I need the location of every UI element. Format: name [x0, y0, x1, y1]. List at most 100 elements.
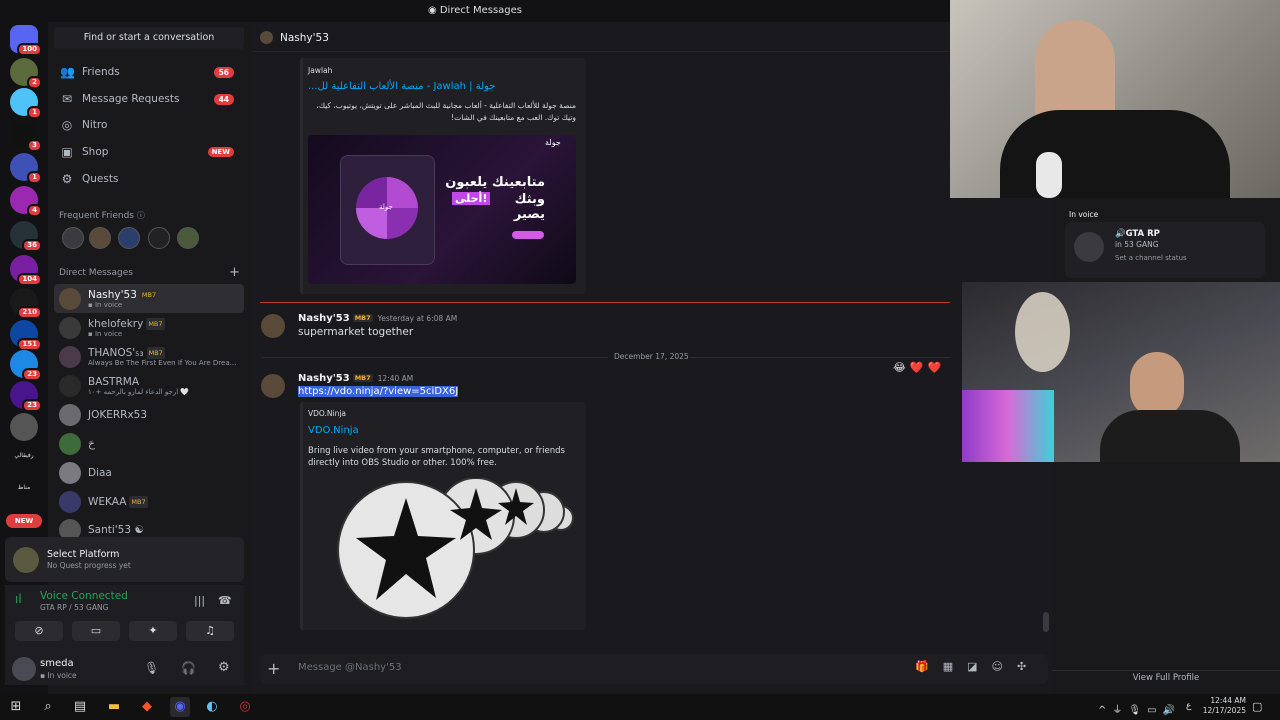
new-badge[interactable]: NEW: [6, 514, 42, 528]
task-view-icon[interactable]: ▤: [70, 697, 90, 717]
server-icon[interactable]: 36: [10, 221, 42, 252]
server-icon[interactable]: 4: [10, 186, 42, 217]
screen-share-icon[interactable]: ▭: [72, 621, 120, 641]
nav-shop[interactable]: ▣ Shop NEW: [54, 140, 244, 164]
add-dm-icon[interactable]: +: [229, 265, 240, 280]
discord-taskbar-icon[interactable]: ◉: [170, 697, 190, 717]
channel-name[interactable]: 🔊GTA RP: [1115, 229, 1160, 239]
avatar[interactable]: [261, 374, 285, 398]
server-icon[interactable]: 23: [10, 381, 42, 412]
dm-item[interactable]: khelofekry MB7 ▪ In voice: [54, 313, 244, 342]
camera-off-icon[interactable]: ⊘: [15, 621, 63, 641]
clan-tag: MB7: [139, 288, 159, 301]
voice-channel[interactable]: GTA RP / 53 GANG: [40, 603, 108, 612]
sticker-icon[interactable]: ◪: [967, 660, 991, 673]
windows-start-icon[interactable]: ⊞: [6, 697, 26, 717]
server-icon[interactable]: [10, 413, 38, 441]
dm-item[interactable]: Nashy'53 MB7 ▪ In voice: [54, 284, 244, 313]
apps-icon[interactable]: ✣: [1017, 660, 1040, 673]
server-icon[interactable]: 104: [10, 255, 42, 286]
image-headline: وبثك يصير: [513, 192, 545, 222]
brave-browser-icon[interactable]: ◆: [137, 697, 157, 717]
voice-status[interactable]: Voice Connected: [40, 590, 128, 602]
friend-avatar[interactable]: [89, 227, 111, 249]
view-full-profile-button[interactable]: View Full Profile: [1052, 673, 1280, 683]
avatar[interactable]: [261, 314, 285, 338]
gift-icon[interactable]: 🎁: [915, 660, 943, 673]
chevron-up-icon[interactable]: ^: [1098, 705, 1112, 716]
clock[interactable]: 12:44 AM 12/17/2025: [1198, 696, 1246, 716]
friend-avatar[interactable]: [118, 227, 140, 249]
settings-gear-icon[interactable]: ⚙: [218, 660, 230, 675]
dm-item[interactable]: Diaa: [54, 458, 244, 487]
vdo-ninja-logo[interactable]: [336, 478, 581, 623]
friend-avatar[interactable]: [148, 227, 170, 249]
gif-icon[interactable]: ▦: [943, 660, 967, 673]
nav-message-requests[interactable]: ✉ Message Requests 44: [54, 87, 244, 111]
language-indicator[interactable]: ع: [1186, 701, 1191, 711]
server-icon[interactable]: 151: [10, 320, 42, 351]
dm-item[interactable]: JOKERRx53: [54, 400, 244, 429]
soundboard-icon[interactable]: ♫: [186, 621, 234, 641]
server-icon[interactable]: 1: [10, 88, 42, 119]
network-icon[interactable]: ▭: [1147, 705, 1162, 716]
microphone-icon[interactable]: 🎙: [144, 661, 159, 675]
quest-panel[interactable]: Select Platform No Quest progress yet: [5, 537, 244, 582]
server-icon[interactable]: 210: [10, 288, 42, 319]
username[interactable]: smeda: [40, 658, 74, 669]
embed-title[interactable]: جولة | Jawlah - منصة الألعاب التفاعلية ل…: [308, 81, 578, 92]
steam-icon[interactable]: ◐: [202, 697, 222, 717]
server-icon[interactable]: 2: [10, 58, 42, 89]
file-explorer-icon[interactable]: ▬: [104, 697, 124, 717]
set-status-link[interactable]: Set a channel status: [1115, 254, 1187, 262]
noise-suppression-icon[interactable]: |||: [194, 594, 205, 607]
search-input[interactable]: Find or start a conversation: [54, 27, 244, 49]
usb-icon[interactable]: ⏚: [1112, 705, 1128, 716]
dm-item[interactable]: BASTRMA ارجو الدعاء لمارو بالرحمه +١٠ 🤍: [54, 371, 244, 400]
server-badge: 4: [27, 204, 42, 217]
avatar: [59, 403, 81, 426]
nav-nitro[interactable]: ◎ Nitro: [54, 113, 244, 137]
server-text-label[interactable]: مناظ: [4, 484, 44, 491]
nav-quests[interactable]: ⚙ Quests: [54, 167, 244, 191]
reaction[interactable]: ❤️: [928, 361, 942, 379]
message-link[interactable]: https://vdo.ninja/?view=5ciDX6J: [298, 386, 459, 397]
friend-avatar[interactable]: [62, 227, 84, 249]
emoji-icon[interactable]: ☺: [992, 660, 1017, 673]
mic-icon[interactable]: 🎙: [1128, 705, 1147, 716]
app-icon[interactable]: ◎: [235, 697, 255, 717]
server-icon[interactable]: 3: [10, 121, 42, 152]
scrollbar[interactable]: [1043, 612, 1049, 632]
embed-description: Bring live video from your smartphone, c…: [308, 446, 565, 468]
dm-item[interactable]: THANOS'₅₃ MB7 Always Be The First Even If …: [54, 342, 244, 371]
message-text: supermarket together: [298, 326, 414, 338]
signal-icon[interactable]: ıl: [15, 592, 22, 606]
system-tray[interactable]: ^⏚🎙▭🔊: [1098, 701, 1181, 716]
author-name[interactable]: Nashy'53: [298, 373, 350, 384]
server-text-label[interactable]: رفيقالي: [4, 452, 44, 459]
message-input[interactable]: Message @Nashy'53: [298, 662, 402, 673]
embed-title[interactable]: VDO.Ninja: [308, 425, 359, 436]
reaction-bar[interactable]: 😂 ❤️ ❤️: [893, 361, 963, 379]
server-icon[interactable]: 1: [10, 153, 42, 184]
dm-item[interactable]: حَ: [54, 429, 244, 458]
search-icon[interactable]: ⌕: [38, 697, 58, 717]
avatar[interactable]: [12, 657, 36, 681]
channel-label: GTA RP: [1125, 229, 1160, 239]
nav-friends[interactable]: 👥 Friends 56: [54, 60, 244, 84]
chat-header-name[interactable]: Nashy'53: [280, 32, 329, 44]
reaction[interactable]: ❤️: [910, 361, 924, 379]
disconnect-icon[interactable]: ☎: [218, 594, 232, 607]
activities-icon[interactable]: ✦: [129, 621, 177, 641]
dm-status: Always Be The First Even If You Are Drea…: [88, 358, 237, 367]
server-icon[interactable]: 23: [10, 350, 42, 381]
friend-avatar[interactable]: [177, 227, 199, 249]
server-icon[interactable]: 100: [10, 25, 42, 56]
headphones-icon[interactable]: 🎧: [181, 661, 196, 675]
notifications-icon[interactable]: ▢: [1252, 700, 1262, 713]
author-name[interactable]: Nashy'53: [298, 313, 350, 324]
attach-plus-icon[interactable]: +: [267, 659, 280, 678]
volume-icon[interactable]: 🔊: [1163, 705, 1181, 716]
dm-item[interactable]: WEKAA MB7: [54, 487, 244, 516]
reaction[interactable]: 😂: [893, 361, 906, 379]
